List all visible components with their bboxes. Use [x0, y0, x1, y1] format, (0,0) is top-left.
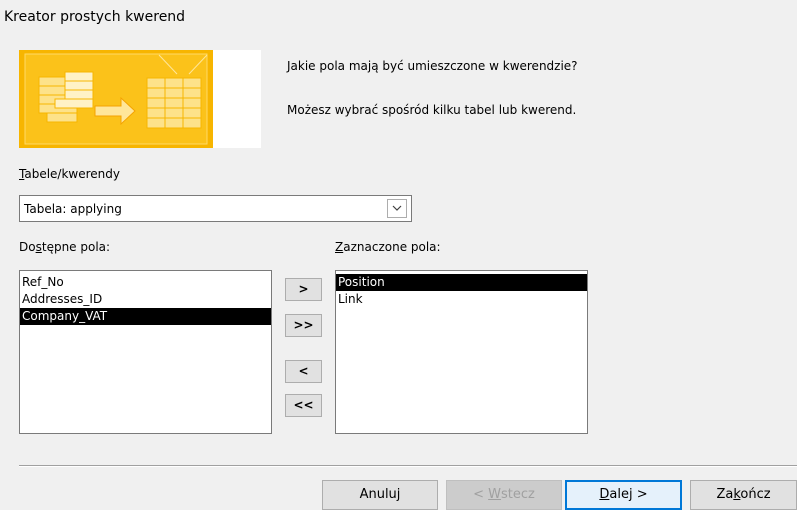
chevron-down-icon: [392, 205, 402, 211]
finish-label-pre: Za: [716, 487, 734, 502]
back-label-accel: W: [488, 487, 502, 502]
window-title: Kreator prostych kwerend: [4, 9, 186, 25]
back-label-post: stecz: [501, 487, 535, 502]
available-fields-label: Dostępne pola:: [19, 240, 110, 254]
selected-label-rest: aznaczone pola:: [343, 240, 441, 254]
remove-all-fields-button[interactable]: <<: [285, 394, 322, 417]
selected-fields-list[interactable]: Position Link: [335, 270, 588, 434]
add-all-fields-button[interactable]: >>: [285, 314, 322, 337]
remove-field-button[interactable]: <: [285, 360, 322, 383]
back-label-pre: <: [473, 487, 489, 502]
footer-separator-highlight: [19, 466, 797, 467]
available-field-ref-no[interactable]: Ref_No: [20, 274, 271, 291]
add-field-button[interactable]: >: [285, 278, 322, 301]
available-label-pre: Do: [19, 240, 36, 254]
selected-label-accel: Z: [335, 240, 344, 254]
tables-queries-selected: Tabela: applying: [24, 202, 122, 216]
selected-fields-label: Zaznaczone pola:: [335, 240, 441, 254]
available-field-addresses-id[interactable]: Addresses_ID: [20, 291, 271, 308]
available-field-company-vat[interactable]: Company_VAT: [20, 308, 271, 325]
available-fields-list[interactable]: Ref_No Addresses_ID Company_VAT: [19, 270, 272, 434]
wizard-banner-image: [19, 50, 261, 148]
tables-queries-label: Tabele/kwerendy: [19, 167, 120, 181]
wizard-question: Jakie pola mają być umieszczone w kweren…: [287, 59, 578, 73]
tables-queries-dropdown[interactable]: Tabela: applying: [19, 195, 412, 222]
tables-label-rest: abele/kwerendy: [24, 167, 120, 181]
available-label-post: tępne pola:: [41, 240, 111, 254]
dropdown-button[interactable]: [387, 199, 407, 218]
selected-field-link[interactable]: Link: [336, 291, 587, 308]
selected-field-position[interactable]: Position: [336, 274, 587, 291]
next-label-post: alej >: [609, 487, 648, 502]
next-label-accel: D: [599, 487, 610, 502]
finish-label-post: ończ: [740, 487, 771, 502]
table-to-query-icon: [19, 50, 213, 148]
wizard-hint: Możesz wybrać spośród kilku tabel lub kw…: [287, 103, 577, 117]
